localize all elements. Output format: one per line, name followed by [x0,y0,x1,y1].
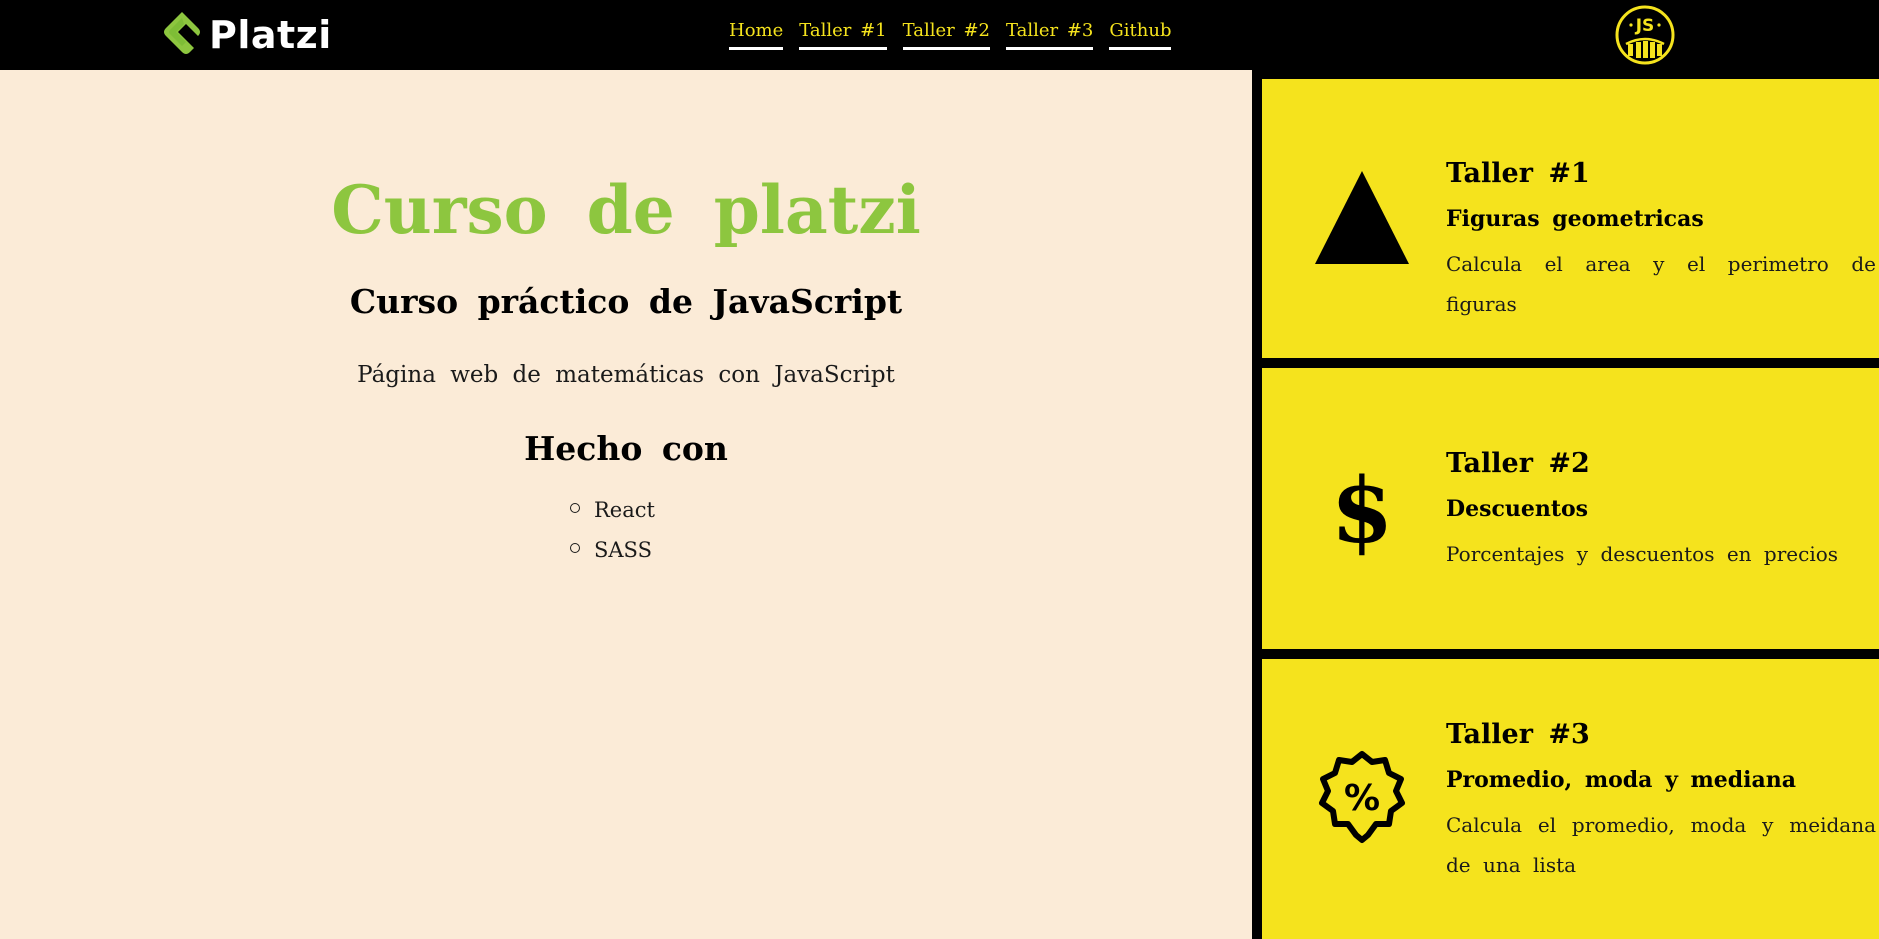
list-item: React [570,490,655,530]
nav-taller-3[interactable]: Taller #3 [1006,20,1094,50]
technology-label: React [594,498,655,522]
workshop-card-2[interactable]: $ Taller #2 Descuentos Porcentajes y des… [1262,368,1879,649]
workshop-sidebar: Taller #1 Figuras geometricas Calcula el… [1252,70,1879,939]
js-badge-text: JS [1635,16,1655,36]
card-description: Calcula el promedio, moda y meidana de u… [1446,813,1876,877]
nav-home[interactable]: Home [729,20,784,50]
brand-name: Platzi [209,13,332,57]
platzi-logo-icon [164,12,200,54]
circle-bullet-icon [570,543,580,553]
top-navbar: Platzi Home Taller #1 Taller #2 Taller #… [0,0,1879,70]
workshop-card-1[interactable]: Taller #1 Figuras geometricas Calcula el… [1262,79,1879,358]
platzi-logo[interactable]: Platzi [160,10,332,60]
card-title: Taller #3 [1446,719,1590,750]
dollar-icon: $ [1314,460,1410,556]
technology-list: React SASS [570,490,655,570]
card-title: Taller #2 [1446,448,1590,479]
made-with-heading: Hecho con [524,429,728,468]
workshop-card-3[interactable]: % Taller #3 Promedio, moda y mediana Cal… [1262,659,1879,939]
main-content: Curso de platzi Curso práctico de JavaSc… [0,70,1252,939]
card-subtitle: Promedio, moda y mediana [1446,767,1797,793]
page-subtitle: Curso práctico de JavaScript [349,282,903,321]
card-text: Taller #1 Figuras geometricas Calcula el… [1446,156,1876,324]
nav-github[interactable]: Github [1109,20,1172,50]
svg-text:$: $ [1331,460,1394,556]
card-text: Taller #2 Descuentos Porcentajes y descu… [1446,446,1876,574]
js-logo-icon[interactable]: JS [1614,4,1676,66]
technology-label: SASS [594,538,652,562]
circle-bullet-icon [570,503,580,513]
nav-taller-2[interactable]: Taller #2 [902,20,991,50]
svg-text:%: % [1344,778,1380,819]
triangle-icon [1314,169,1410,265]
nav-taller-1[interactable]: Taller #1 [799,20,887,50]
card-title: Taller #1 [1446,158,1590,189]
percent-badge-icon: % [1314,749,1410,845]
card-subtitle: Descuentos [1446,496,1589,522]
page-title: Curso de platzi [331,171,921,249]
list-item: SASS [570,530,655,570]
card-description: Porcentajes y descuentos en precios [1446,542,1839,566]
page-description: Página web de matemáticas con JavaScript [357,362,895,388]
card-text: Taller #3 Promedio, moda y mediana Calcu… [1446,717,1876,885]
main-nav: Home Taller #1 Taller #2 Taller #3 Githu… [729,20,1172,50]
card-description: Calcula el area y el perimetro de figura… [1446,252,1876,316]
card-subtitle: Figuras geometricas [1446,206,1704,232]
